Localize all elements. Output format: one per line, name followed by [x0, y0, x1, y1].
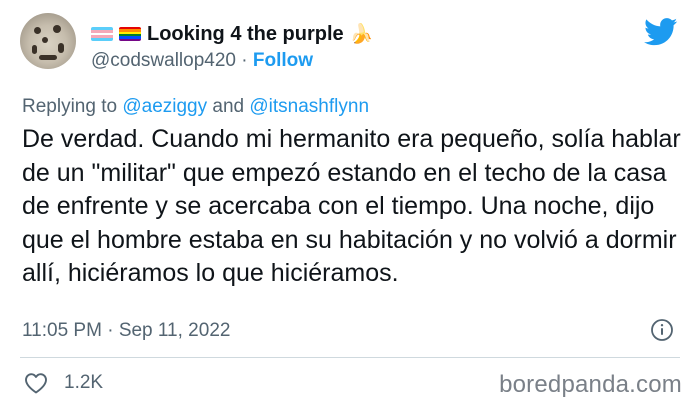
- twitter-bird-icon[interactable]: [644, 18, 678, 46]
- tweet-date[interactable]: Sep 11, 2022: [119, 320, 231, 341]
- like-button[interactable]: 1.2K: [24, 372, 103, 394]
- handle-separator: ·: [241, 50, 248, 71]
- author-display-name[interactable]: Looking 4 the purple: [147, 23, 344, 46]
- follow-button[interactable]: Follow: [253, 50, 313, 71]
- tweet-text: De verdad. Cuando mi hermanito era peque…: [22, 125, 681, 287]
- transgender-flag-icon: [91, 27, 113, 41]
- author-name-row[interactable]: Looking 4 the purple 🍌: [91, 22, 373, 46]
- replying-conjunction: and: [212, 96, 245, 117]
- banana-emoji-icon: 🍌: [349, 24, 374, 45]
- like-count: 1.2K: [64, 372, 104, 393]
- divider: [20, 357, 680, 358]
- tweet-card: Looking 4 the purple 🍌 @codswallop420 · …: [0, 0, 700, 410]
- boredpanda-watermark: boredpanda.com: [499, 371, 682, 398]
- info-icon[interactable]: [650, 318, 674, 342]
- rainbow-flag-icon: [119, 27, 141, 41]
- meta-separator: ·: [107, 320, 114, 341]
- tweet-timestamp[interactable]: 11:05 PM · Sep 11, 2022: [22, 320, 230, 342]
- mention-link-2[interactable]: @itsnashflynn: [249, 96, 369, 117]
- tweet-time[interactable]: 11:05 PM: [22, 320, 102, 341]
- author-handle[interactable]: @codswallop420: [91, 50, 236, 71]
- replying-prefix: Replying to: [22, 96, 118, 117]
- author-handle-row: @codswallop420 · Follow: [91, 50, 313, 72]
- avatar[interactable]: [20, 13, 76, 69]
- heart-icon[interactable]: [24, 372, 48, 394]
- mention-link-1[interactable]: @aeziggy: [122, 96, 207, 117]
- replying-to: Replying to @aeziggy and @itsnashflynn: [22, 96, 369, 118]
